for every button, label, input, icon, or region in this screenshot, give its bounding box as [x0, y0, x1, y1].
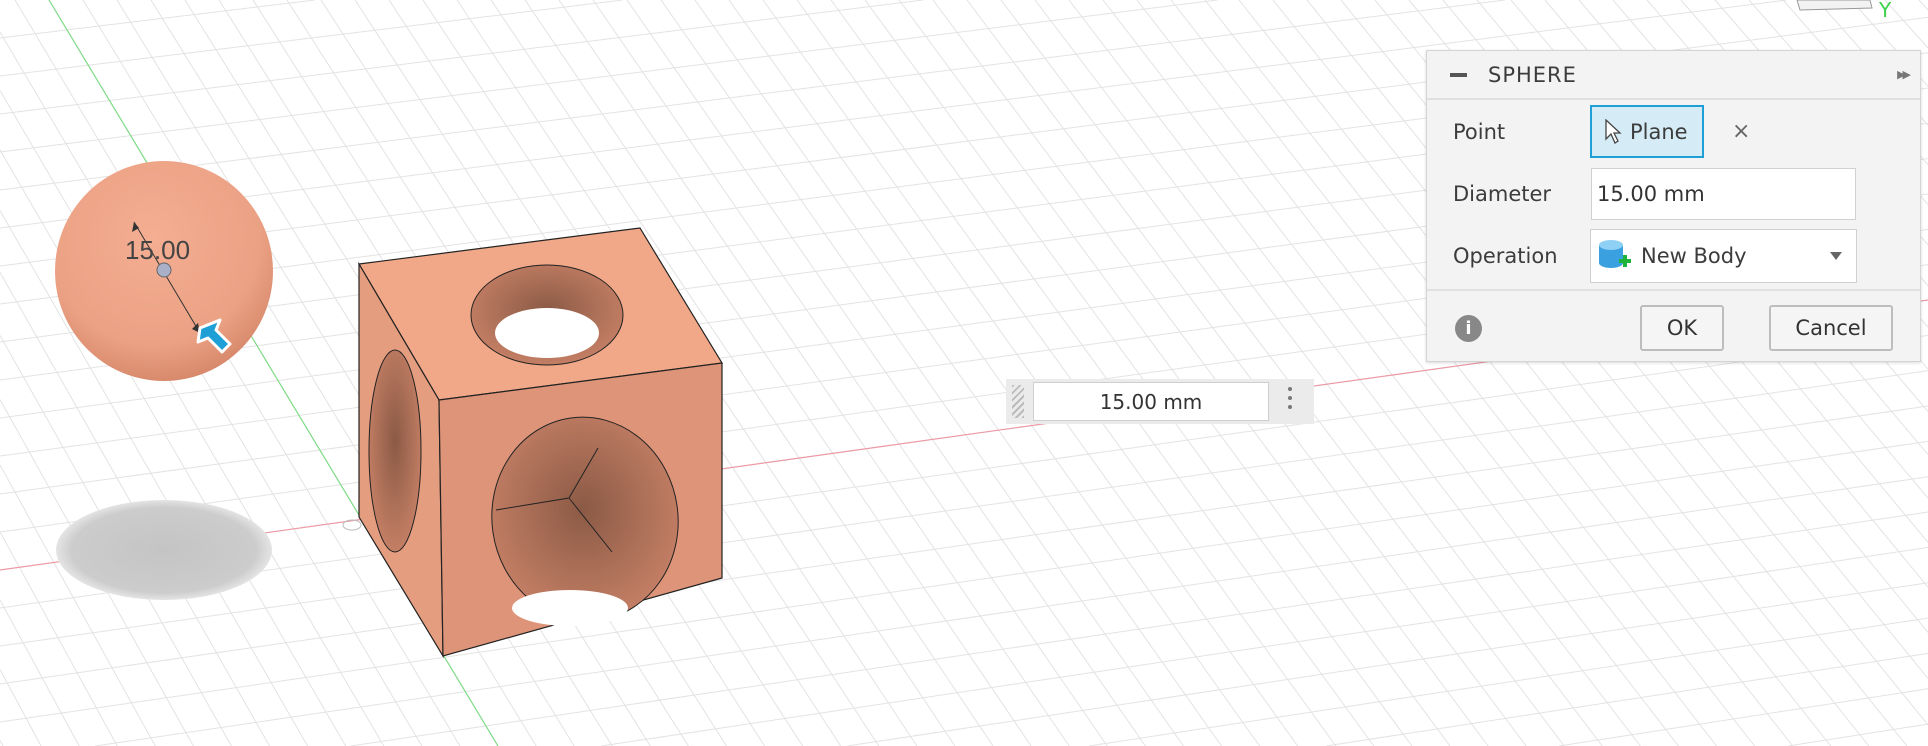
- dialog-footer: i OK Cancel: [1427, 289, 1920, 363]
- grid-line: [728, 0, 1261, 746]
- grid-line: [0, 334, 1928, 609]
- clear-selection-icon[interactable]: ×: [1732, 119, 1750, 144]
- sphere-dimension-label: 15.00: [125, 235, 190, 265]
- dialog-title: SPHERE: [1488, 62, 1577, 87]
- grid-line: [0, 0, 924, 115]
- grid-line: [898, 0, 1451, 746]
- point-selection-button[interactable]: Plane: [1590, 105, 1704, 158]
- diameter-input[interactable]: [1591, 168, 1856, 220]
- sphere-dialog: SPHERE ▶▶ Point Plane × Diameter Operati…: [1426, 50, 1921, 362]
- y-axis-label: Y: [1879, 0, 1892, 22]
- operation-value: New Body: [1641, 244, 1747, 268]
- operation-select[interactable]: New Body: [1590, 229, 1857, 283]
- grid-line: [660, 0, 1184, 746]
- dialog-header: SPHERE ▶▶: [1427, 51, 1920, 100]
- grid-line: [1918, 0, 1928, 11]
- grid-line: [0, 0, 315, 39]
- grid-line: [1884, 0, 1928, 49]
- new-body-icon: [1599, 240, 1631, 268]
- collapse-icon[interactable]: [1450, 72, 1467, 77]
- grid-line: [1559, 688, 1928, 746]
- point-selection-label: Plane: [1630, 119, 1688, 144]
- sphere-shadow: [56, 500, 272, 600]
- cancel-button[interactable]: Cancel: [1769, 305, 1893, 351]
- floating-dimension-input: [1006, 379, 1314, 424]
- operation-label: Operation: [1453, 244, 1558, 268]
- grid-line: [864, 0, 1413, 746]
- grid-line: [0, 405, 1928, 685]
- view-cube[interactable]: [1796, 0, 1873, 11]
- ok-button[interactable]: OK: [1640, 305, 1724, 351]
- cube-body[interactable]: [358, 227, 723, 659]
- more-options-icon[interactable]: [1288, 387, 1292, 414]
- expand-icon[interactable]: ▶▶: [1897, 68, 1911, 81]
- diameter-label: Diameter: [1453, 182, 1552, 206]
- grid-line: [694, 0, 1222, 746]
- grid-line: [0, 740, 4, 746]
- dropdown-caret-icon: [1830, 252, 1842, 260]
- grid-line: [0, 440, 1928, 723]
- grid-line: [1787, 723, 1928, 746]
- point-label: Point: [1453, 119, 1506, 144]
- info-icon[interactable]: i: [1455, 315, 1482, 342]
- drag-handle[interactable]: [1012, 385, 1024, 418]
- grid-line: [0, 599, 80, 746]
- floating-diameter-input[interactable]: [1033, 382, 1269, 421]
- cursor-arrow-icon: [1605, 118, 1622, 144]
